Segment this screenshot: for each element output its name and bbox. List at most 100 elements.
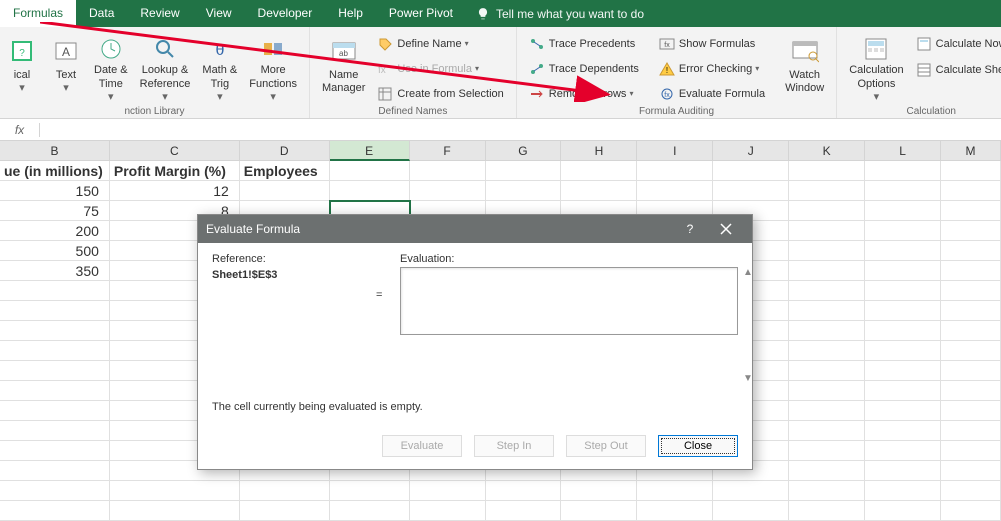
ribbon: ? ical▾ A Text▾ Date & Time▾ Lookup & Re… [0, 27, 1001, 119]
tab-formulas[interactable]: Formulas [0, 0, 76, 27]
cell[interactable] [941, 201, 1001, 221]
dialog-titlebar[interactable]: Evaluate Formula ? [198, 215, 752, 243]
tab-review[interactable]: Review [127, 0, 192, 27]
tab-powerpivot[interactable]: Power Pivot [376, 0, 466, 27]
col-B[interactable]: B [0, 141, 110, 161]
dialog-title: Evaluate Formula [206, 222, 300, 236]
col-M[interactable]: M [941, 141, 1001, 161]
btn-show-formulas[interactable]: fx Show Formulas [653, 33, 771, 54]
col-D[interactable]: D [240, 141, 330, 161]
evaluate-formula-dialog: Evaluate Formula ? Reference: Sheet1!$E$… [197, 214, 753, 470]
hdr-C[interactable]: Profit Margin (%) [110, 161, 240, 181]
cell[interactable]: 75 [0, 201, 110, 221]
group-label-audit: Formula Auditing [517, 106, 836, 117]
col-F[interactable]: F [410, 141, 486, 161]
cell[interactable] [637, 181, 713, 201]
hdr-D[interactable]: Employees [240, 161, 330, 181]
cell[interactable] [789, 241, 865, 261]
btn-math[interactable]: θ Math & Trig▾ [196, 31, 243, 104]
cell[interactable]: 12 [110, 181, 240, 201]
cell[interactable] [865, 201, 941, 221]
error-checking-icon: ! [659, 61, 675, 77]
cell[interactable] [330, 161, 410, 181]
btn-text[interactable]: A Text▾ [44, 31, 88, 104]
hdr-B[interactable]: ue (in millions) [0, 161, 110, 181]
scroll-up-icon[interactable]: ▲ [740, 267, 756, 283]
cell[interactable] [865, 261, 941, 281]
cell[interactable] [486, 181, 562, 201]
col-J[interactable]: J [713, 141, 789, 161]
cell[interactable] [561, 161, 637, 181]
fx-icon: fx [377, 61, 393, 77]
column-headers: B C D E F G H I J K L M [0, 141, 1001, 161]
cell[interactable] [789, 201, 865, 221]
cell[interactable] [486, 161, 562, 181]
tab-data[interactable]: Data [76, 0, 127, 27]
cell[interactable] [240, 181, 330, 201]
cell[interactable] [637, 161, 713, 181]
cell[interactable] [410, 161, 486, 181]
col-G[interactable]: G [486, 141, 562, 161]
cell[interactable] [330, 181, 410, 201]
cell[interactable] [789, 261, 865, 281]
col-K[interactable]: K [789, 141, 865, 161]
btn-error-checking[interactable]: ! Error Checking ▾ [653, 58, 771, 79]
cell[interactable] [941, 241, 1001, 261]
scroll-down-icon[interactable]: ▼ [740, 373, 756, 389]
close-button[interactable]: Close [658, 435, 738, 457]
cell[interactable]: 350 [0, 261, 110, 281]
btn-trace-precedents[interactable]: Trace Precedents [523, 33, 645, 54]
btn-evaluate-formula[interactable]: fx Evaluate Formula [653, 83, 771, 104]
remove-arrows-icon [529, 86, 545, 102]
btn-calc-sheet[interactable]: Calculate Sheet [910, 59, 1001, 81]
col-I[interactable]: I [637, 141, 713, 161]
svg-text:ab: ab [339, 49, 348, 58]
tab-help[interactable]: Help [325, 0, 376, 27]
help-button[interactable]: ? [672, 215, 708, 243]
cell[interactable] [713, 181, 789, 201]
btn-calc-options[interactable]: Calculation Options▾ [843, 31, 909, 104]
btn-trace-dependents[interactable]: Trace Dependents [523, 58, 645, 79]
cell[interactable] [865, 181, 941, 201]
svg-text:?: ? [19, 48, 25, 59]
formula-input[interactable] [40, 123, 1001, 137]
cell[interactable] [941, 161, 1001, 181]
col-E[interactable]: E [330, 141, 410, 161]
reference-value: Sheet1!$E$3 [212, 269, 362, 281]
btn-more-functions[interactable]: More Functions▾ [243, 31, 303, 104]
cell[interactable]: 150 [0, 181, 110, 201]
col-C[interactable]: C [110, 141, 240, 161]
col-L[interactable]: L [865, 141, 941, 161]
tell-me-search[interactable]: Tell me what you want to do [476, 7, 644, 21]
cell[interactable] [789, 161, 865, 181]
cell[interactable] [865, 221, 941, 241]
cell[interactable]: 200 [0, 221, 110, 241]
fx-label[interactable]: fx [0, 123, 40, 137]
btn-watch-window[interactable]: Watch Window [779, 31, 830, 104]
cell[interactable] [789, 181, 865, 201]
col-H[interactable]: H [561, 141, 637, 161]
cell[interactable] [713, 161, 789, 181]
btn-remove-arrows[interactable]: Remove Arrows ▾ [523, 83, 645, 104]
btn-datetime[interactable]: Date & Time▾ [88, 31, 134, 104]
cell[interactable] [865, 161, 941, 181]
btn-create-from-selection[interactable]: Create from Selection [371, 83, 509, 104]
cell[interactable] [941, 261, 1001, 281]
cell[interactable] [941, 181, 1001, 201]
tab-developer[interactable]: Developer [245, 0, 326, 27]
btn-logical[interactable]: ? ical▾ [0, 31, 44, 104]
btn-define-name[interactable]: Define Name ▾ [371, 33, 509, 54]
tab-view[interactable]: View [193, 0, 245, 27]
close-icon[interactable] [708, 215, 744, 243]
cell[interactable]: 500 [0, 241, 110, 261]
btn-calc-now[interactable]: Calculate Now [910, 33, 1001, 55]
cell[interactable] [410, 181, 486, 201]
cell[interactable] [865, 241, 941, 261]
btn-lookup[interactable]: Lookup & Reference▾ [134, 31, 197, 104]
cell[interactable] [561, 181, 637, 201]
btn-name-manager[interactable]: ab Name Manager [316, 31, 371, 104]
cell[interactable] [789, 221, 865, 241]
svg-text:fx: fx [664, 42, 670, 49]
cell[interactable] [941, 221, 1001, 241]
group-label-calc: Calculation [837, 106, 1001, 117]
